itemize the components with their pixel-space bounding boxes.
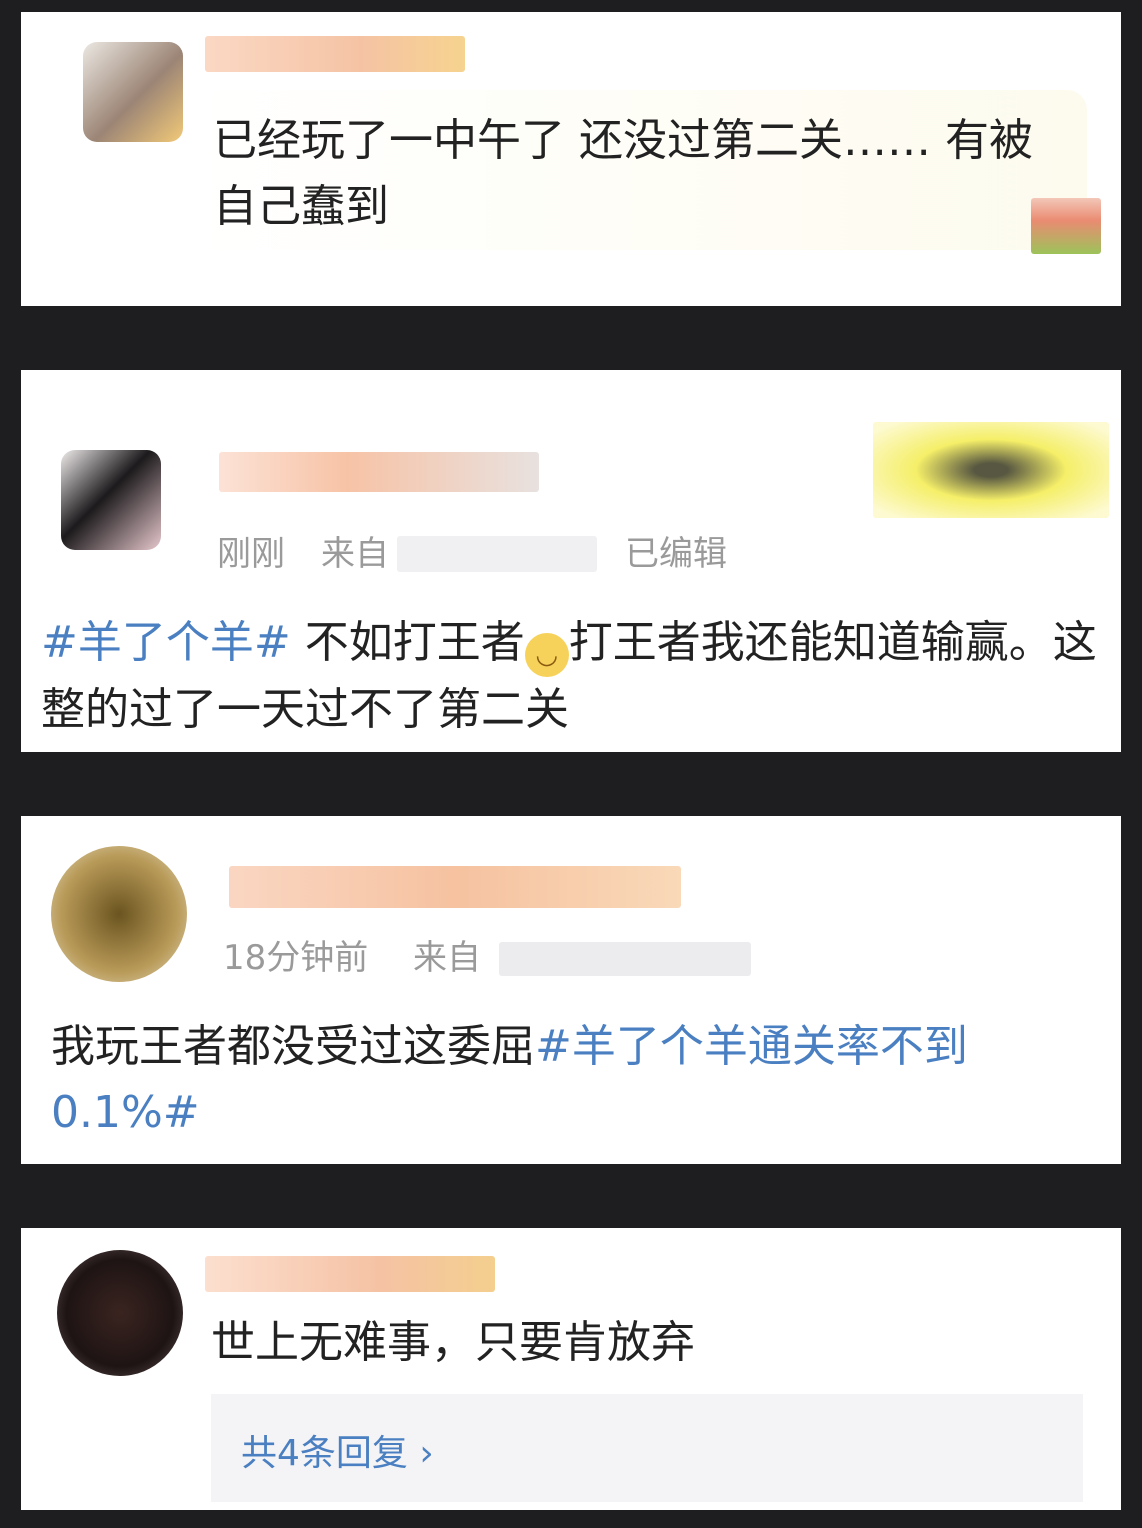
sticker-blurred	[1031, 198, 1101, 254]
comment-text: 世上无难事，只要肯放弃	[211, 1317, 695, 1368]
hashtag-link[interactable]: #羊了个羊#	[41, 617, 291, 668]
source-blurred	[397, 536, 597, 572]
username-blurred[interactable]	[229, 866, 681, 908]
username-blurred[interactable]	[219, 452, 539, 492]
comment-card-4: 世上无难事，只要肯放弃 共4条回复 ›	[21, 1228, 1121, 1510]
username-blurred[interactable]	[205, 36, 465, 72]
username-blurred[interactable]	[205, 1256, 495, 1292]
badge-blurred	[873, 422, 1109, 518]
avatar[interactable]	[51, 846, 187, 982]
avatar[interactable]	[83, 42, 183, 142]
comment-card-3: 18分钟前 来自 我玩王者都没受过这委屈#羊了个羊通关率不到0.1%#	[21, 816, 1121, 1164]
source-blurred	[499, 942, 751, 976]
replies-label: 共4条回复 ›	[241, 1433, 434, 1474]
smirk-emoji-icon: ◡	[524, 633, 569, 677]
avatar[interactable]	[61, 450, 161, 550]
view-replies-button[interactable]: 共4条回复 ›	[211, 1394, 1083, 1502]
comment-card-2: 刚刚 来自 已编辑 #羊了个羊# 不如打王者 ◡ 打王者我还能知道输赢。这整的过了一…	[21, 370, 1121, 752]
post-time: 18分钟前	[223, 938, 369, 978]
avatar[interactable]	[57, 1250, 183, 1376]
comment-text: 已经玩了一中午了 还没过第二关…… 有被自己蠢到	[213, 115, 1033, 232]
source-label: 来自	[321, 534, 389, 574]
source-label: 来自	[413, 938, 481, 978]
post-time: 刚刚	[217, 534, 285, 574]
comment-card-1: 已经玩了一中午了 还没过第二关…… 有被自己蠢到	[21, 12, 1121, 306]
comment-text: #羊了个羊# 不如打王者 ◡ 打王者我还能知道输赢。这整的过了一天过不了第二关	[41, 617, 1097, 735]
comment-text: 我玩王者都没受过这委屈#羊了个羊通关率不到0.1%#	[51, 1021, 968, 1138]
edited-label: 已编辑	[625, 534, 727, 574]
